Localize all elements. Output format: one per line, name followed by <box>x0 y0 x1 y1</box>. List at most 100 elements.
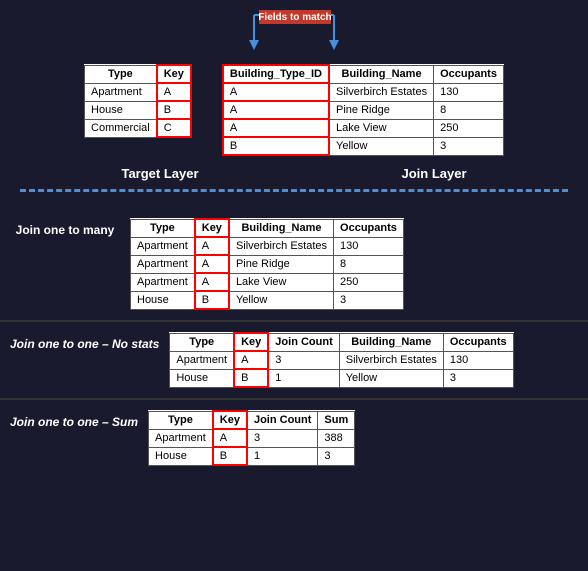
svg-text:Fields to match: Fields to match <box>258 12 331 23</box>
cell-occ: 3 <box>434 137 504 155</box>
target-table: Type Key Apartment A House B Commercial … <box>84 64 192 138</box>
cell-key: B <box>234 369 268 387</box>
table-row: Apartment A Silverbirch Estates 130 <box>131 237 404 255</box>
cell-type: House <box>170 369 234 387</box>
col-type: Type <box>149 411 213 429</box>
table-row: Apartment A 3 388 <box>149 429 355 447</box>
cell-type: Commercial <box>85 119 157 137</box>
col-count: Join Count <box>268 333 339 351</box>
labels-row: Target Layer Join Layer <box>20 164 568 183</box>
cell-key: C <box>157 119 191 137</box>
col-bname: Building_Name <box>339 333 443 351</box>
join-layer-label: Join Layer <box>391 164 476 183</box>
cell-occ: 8 <box>434 101 504 119</box>
join-one-to-many-table-wrapper: Type Key Building_Name Occupants Apartme… <box>130 218 578 310</box>
cell-name: Lake View <box>329 119 434 137</box>
cell-name: Silverbirch Estates <box>339 351 443 369</box>
col-key: Key <box>195 219 229 237</box>
cell-name: Pine Ridge <box>329 101 434 119</box>
cell-occ: 3 <box>443 369 513 387</box>
cell-type: Apartment <box>131 273 195 291</box>
cell-key: A <box>157 83 191 101</box>
cell-type: Apartment <box>131 237 195 255</box>
join-one-to-one-sum-label: Join one to one – Sum <box>10 410 138 431</box>
cell-occ: 3 <box>334 291 404 309</box>
cell-key: A <box>195 237 229 255</box>
col-key: Key <box>213 411 247 429</box>
cell-name: Pine Ridge <box>229 255 334 273</box>
table-row: Apartment A Pine Ridge 8 <box>131 255 404 273</box>
join-one-to-one-no-stats-label: Join one to one – No stats <box>10 332 159 353</box>
cell-key: B <box>157 101 191 119</box>
col-btid: Building_Type_ID <box>223 65 329 83</box>
cell-sum: 388 <box>318 429 355 447</box>
join-one-to-one-sum-table: Type Key Join Count Sum Apartment A 3 38… <box>148 410 355 466</box>
table-row: House B 1 3 <box>149 447 355 465</box>
table-row: Apartment A Lake View 250 <box>131 273 404 291</box>
table-row: House B Yellow 3 <box>131 291 404 309</box>
fields-to-match-arrow: Fields to match <box>194 10 394 60</box>
cell-occ: 250 <box>334 273 404 291</box>
cell-occ: 250 <box>434 119 504 137</box>
cell-btid: A <box>223 119 329 137</box>
cell-name: Yellow <box>229 291 334 309</box>
join-one-to-one-sum-table-wrapper: Type Key Join Count Sum Apartment A 3 38… <box>148 410 578 466</box>
cell-key: B <box>195 291 229 309</box>
col-type: Type <box>85 65 157 83</box>
col-type: Type <box>131 219 195 237</box>
cell-btid: B <box>223 137 329 155</box>
join-one-to-one-sum-block: Join one to one – Sum Type Key Join Coun… <box>0 400 588 476</box>
table-row: Apartment A <box>85 83 191 101</box>
join-one-to-many-label: Join one to many <box>10 218 120 239</box>
table-row: House B 1 Yellow 3 <box>170 369 513 387</box>
table-row: A Pine Ridge 8 <box>223 101 504 119</box>
cell-type: House <box>149 447 213 465</box>
col-bname: Building_Name <box>329 65 434 83</box>
cell-count: 1 <box>247 447 318 465</box>
cell-sum: 3 <box>318 447 355 465</box>
col-occ: Occupants <box>334 219 404 237</box>
join-one-to-one-no-stats-table-wrapper: Type Key Join Count Building_Name Occupa… <box>169 332 578 388</box>
col-occ: Occupants <box>443 333 513 351</box>
col-type: Type <box>170 333 234 351</box>
col-sum: Sum <box>318 411 355 429</box>
table-row: Apartment A 3 Silverbirch Estates 130 <box>170 351 513 369</box>
cell-occ: 130 <box>443 351 513 369</box>
cell-type: Apartment <box>85 83 157 101</box>
dashed-divider <box>20 189 568 192</box>
table-row: A Silverbirch Estates 130 <box>223 83 504 101</box>
col-bname: Building_Name <box>229 219 334 237</box>
table-row: B Yellow 3 <box>223 137 504 155</box>
cell-type: Apartment <box>149 429 213 447</box>
cell-type: Apartment <box>170 351 234 369</box>
join-one-to-many-block: Join one to many Type Key Building_Name … <box>0 208 588 320</box>
join-one-to-many-table: Type Key Building_Name Occupants Apartme… <box>130 218 404 310</box>
cell-btid: A <box>223 101 329 119</box>
cell-count: 3 <box>247 429 318 447</box>
col-count: Join Count <box>247 411 318 429</box>
cell-key: A <box>195 255 229 273</box>
target-layer-label: Target Layer <box>111 164 208 183</box>
cell-key: A <box>195 273 229 291</box>
cell-type: House <box>131 291 195 309</box>
cell-occ: 130 <box>434 83 504 101</box>
cell-type: House <box>85 101 157 119</box>
table-row: A Lake View 250 <box>223 119 504 137</box>
tables-row: Type Key Apartment A House B Commercial … <box>84 64 504 156</box>
cell-key: B <box>213 447 247 465</box>
top-section: Fields to match Type Key Apartment A Hou… <box>0 0 588 208</box>
cell-occ: 8 <box>334 255 404 273</box>
bottom-section: Join one to many Type Key Building_Name … <box>0 208 588 476</box>
cell-btid: A <box>223 83 329 101</box>
cell-name: Yellow <box>339 369 443 387</box>
table-row: House B <box>85 101 191 119</box>
cell-name: Lake View <box>229 273 334 291</box>
cell-key: A <box>234 351 268 369</box>
join-one-to-one-no-stats-block: Join one to one – No stats Type Key Join… <box>0 322 588 398</box>
cell-count: 3 <box>268 351 339 369</box>
cell-occ: 130 <box>334 237 404 255</box>
col-key: Key <box>157 65 191 83</box>
arrow-area: Fields to match <box>194 10 394 60</box>
cell-count: 1 <box>268 369 339 387</box>
cell-name: Yellow <box>329 137 434 155</box>
